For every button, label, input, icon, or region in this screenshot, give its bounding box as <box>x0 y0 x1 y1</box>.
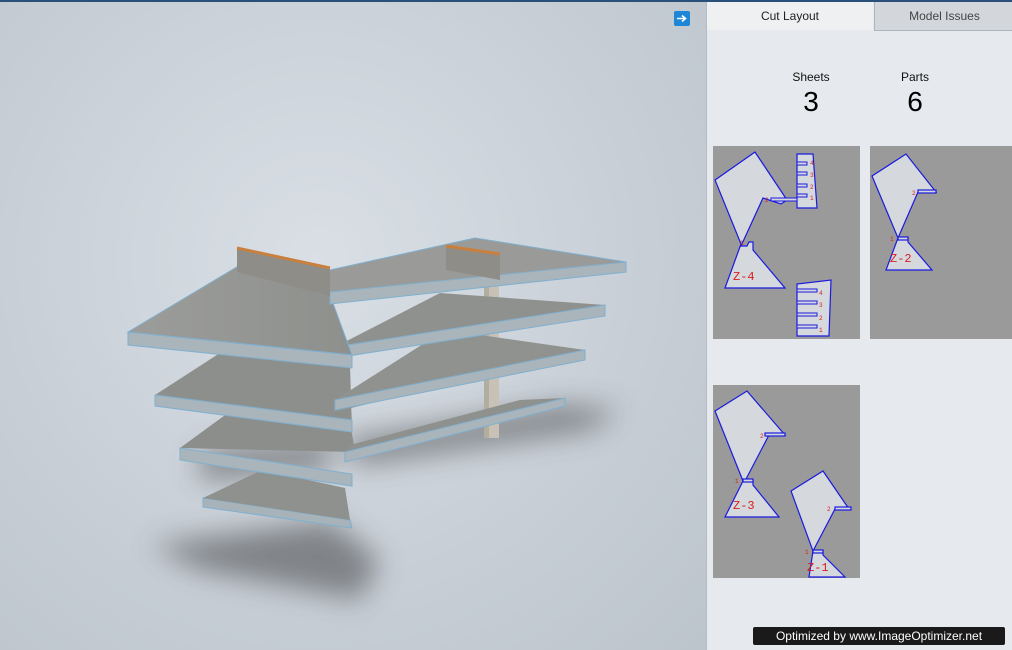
sheet-thumbnail[interactable]: 1 2 1 2 Z-3 Z-1 <box>713 385 860 578</box>
sheets-count: 3 <box>803 86 819 117</box>
watermark: Optimized by www.ImageOptimizer.net <box>753 627 1005 645</box>
sheet-layout: 1 2 1 2 3 4 1 2 3 4 Z-4 <box>714 151 832 337</box>
cut-layout-panel: Cut Layout Model Issues Sheets 3 Parts 6 <box>706 0 1012 650</box>
svg-text:2: 2 <box>765 197 769 204</box>
sheet-thumbnail[interactable]: 1 2 1 2 3 4 1 2 3 4 Z-4 <box>713 146 860 339</box>
sheet-layout: 1 2 Z-2 <box>871 153 938 271</box>
svg-text:1: 1 <box>810 195 814 202</box>
part-label: Z-1 <box>807 561 829 575</box>
slot-label: 2 <box>827 506 831 513</box>
slot-label: 2 <box>760 433 764 440</box>
svg-text:4: 4 <box>819 290 823 297</box>
sheets-label: Sheets <box>792 70 830 84</box>
svg-text:4: 4 <box>810 160 814 167</box>
3d-viewport[interactable] <box>0 0 706 650</box>
parts-count: 6 <box>907 86 923 117</box>
part-label: Z-3 <box>733 499 755 513</box>
slot-label: 2 <box>912 190 916 197</box>
svg-text:1: 1 <box>819 327 823 334</box>
part-outline <box>714 151 788 289</box>
slot-label: 1 <box>735 478 739 485</box>
svg-text:2: 2 <box>819 315 823 322</box>
window-top-border <box>0 0 1012 2</box>
svg-text:2: 2 <box>810 184 814 191</box>
slot-label: 1 <box>890 236 894 243</box>
slot-label: 1 <box>805 549 809 556</box>
parts-label: Parts <box>900 70 929 84</box>
expand-panel-button[interactable] <box>674 11 690 26</box>
sheets-stat: Sheets 3 <box>771 70 851 118</box>
part-label: Z-2 <box>890 252 912 266</box>
sheet-layout: 1 2 1 2 Z-3 Z-1 <box>714 390 852 578</box>
tab-model-issues[interactable]: Model Issues <box>874 2 1012 31</box>
sheet-thumbnail[interactable]: 1 2 Z-2 <box>870 146 1012 339</box>
arrow-right-icon <box>677 14 687 23</box>
panel-tabs: Cut Layout Model Issues <box>707 2 1012 32</box>
part-outline <box>796 153 832 337</box>
model-render[interactable] <box>0 0 706 650</box>
svg-text:3: 3 <box>819 302 823 309</box>
parts-stat: Parts 6 <box>875 70 955 118</box>
part-label: Z-4 <box>733 270 755 284</box>
svg-text:3: 3 <box>810 172 814 179</box>
svg-text:1: 1 <box>740 240 744 247</box>
tab-cut-layout[interactable]: Cut Layout <box>707 2 873 30</box>
